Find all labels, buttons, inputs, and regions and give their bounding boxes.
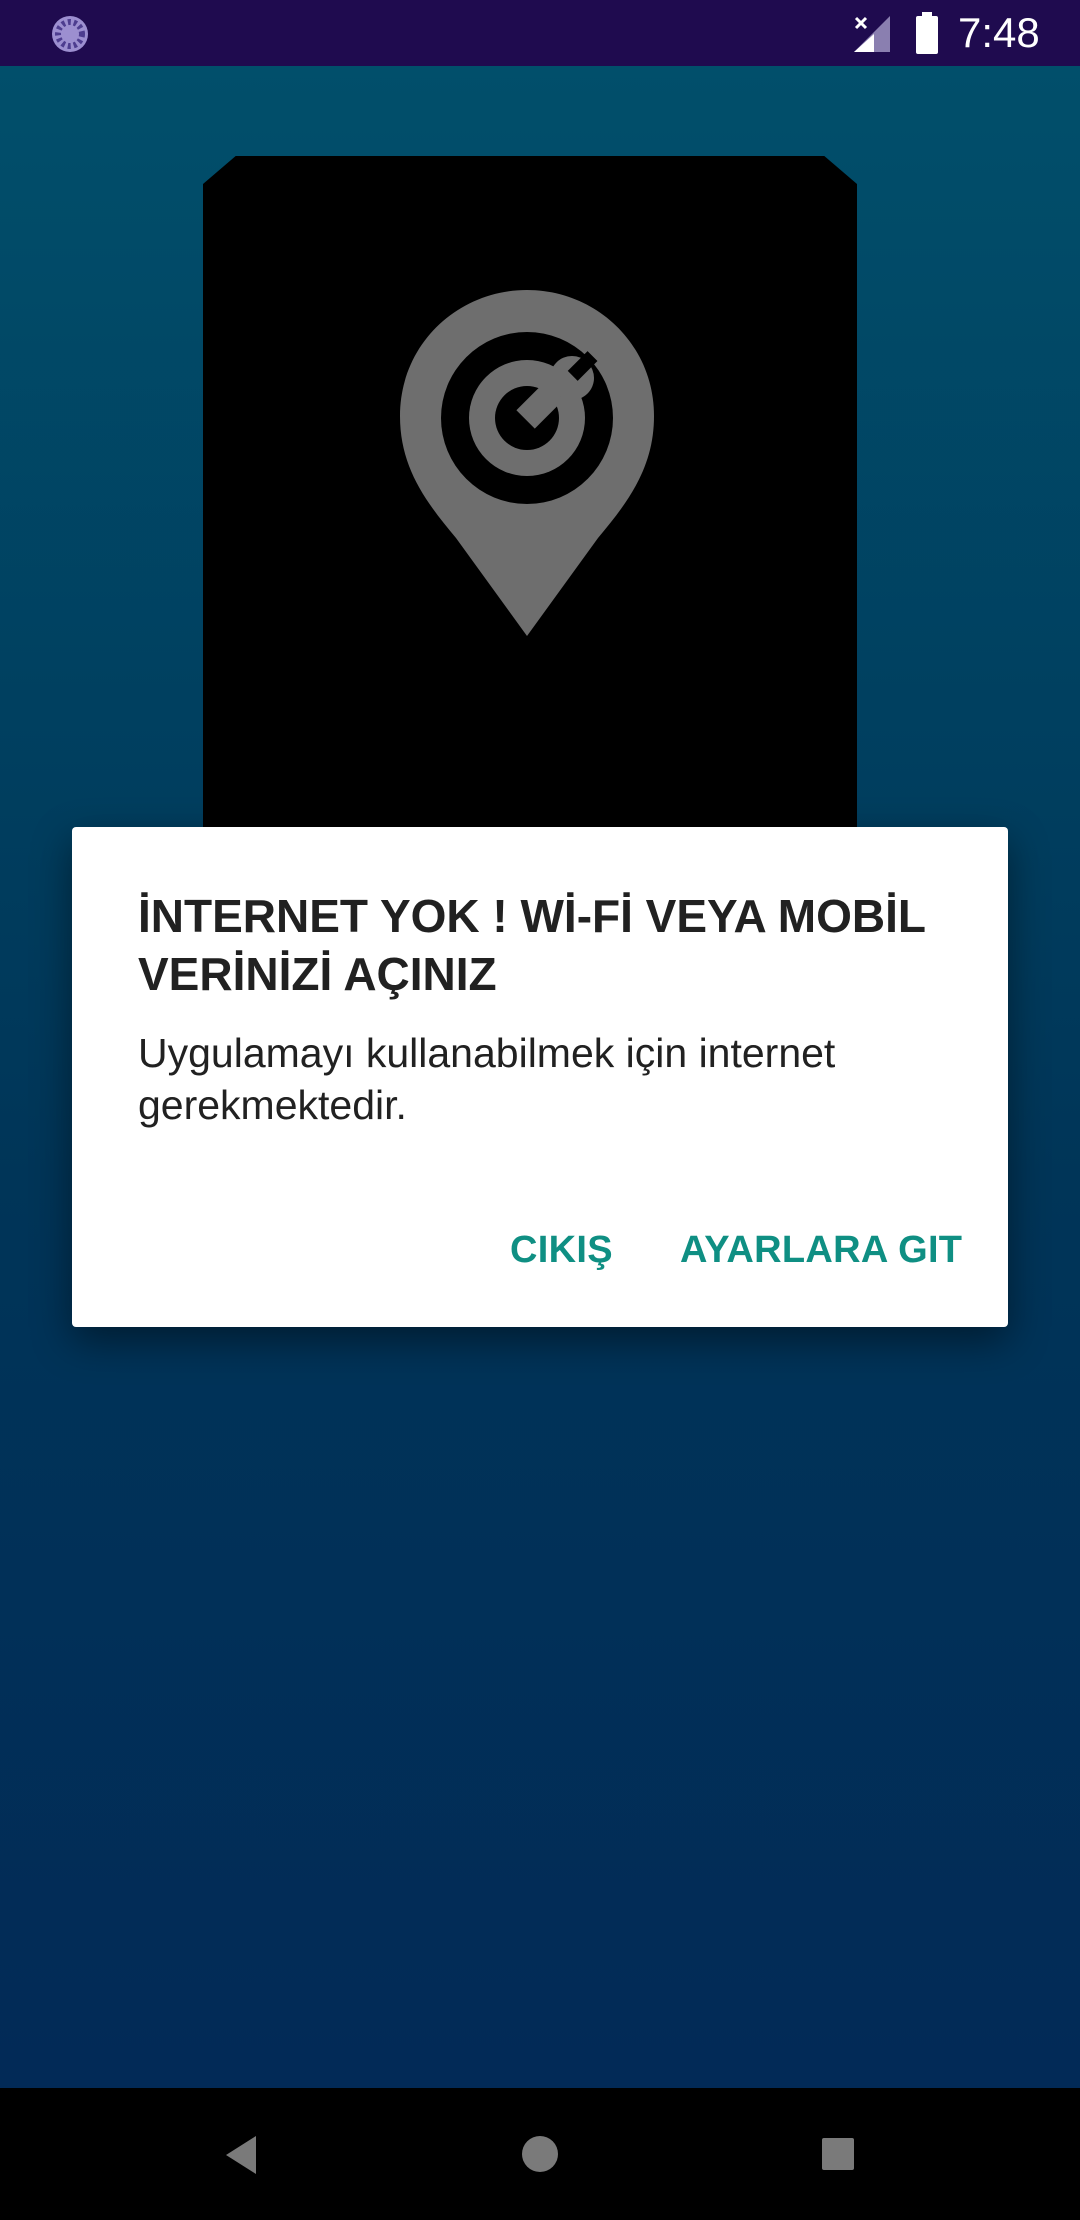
home-icon[interactable] bbox=[520, 2134, 560, 2174]
no-internet-dialog: İNTERNET YOK ! Wİ-Fİ VEYA MOBİL VERİNİZİ… bbox=[72, 827, 1008, 1327]
signal-icon bbox=[854, 16, 890, 52]
exit-button[interactable]: CIKIŞ bbox=[510, 1207, 613, 1293]
recents-icon[interactable] bbox=[820, 2136, 856, 2172]
navigation-bar bbox=[0, 2088, 1080, 2220]
status-time: 7:48 bbox=[958, 9, 1040, 56]
battery-icon bbox=[916, 12, 938, 54]
go-to-settings-button[interactable]: AYARLARA GIT bbox=[680, 1207, 962, 1293]
loading-icon bbox=[52, 16, 88, 52]
dialog-message: Uygulamayı kullanabilmek için internet g… bbox=[138, 1030, 836, 1128]
status-bar: 7:48 bbox=[0, 0, 1080, 66]
dialog-title: İNTERNET YOK ! Wİ-Fİ VEYA MOBİL VERİNİZİ… bbox=[138, 890, 926, 1000]
back-icon[interactable] bbox=[222, 2134, 260, 2176]
